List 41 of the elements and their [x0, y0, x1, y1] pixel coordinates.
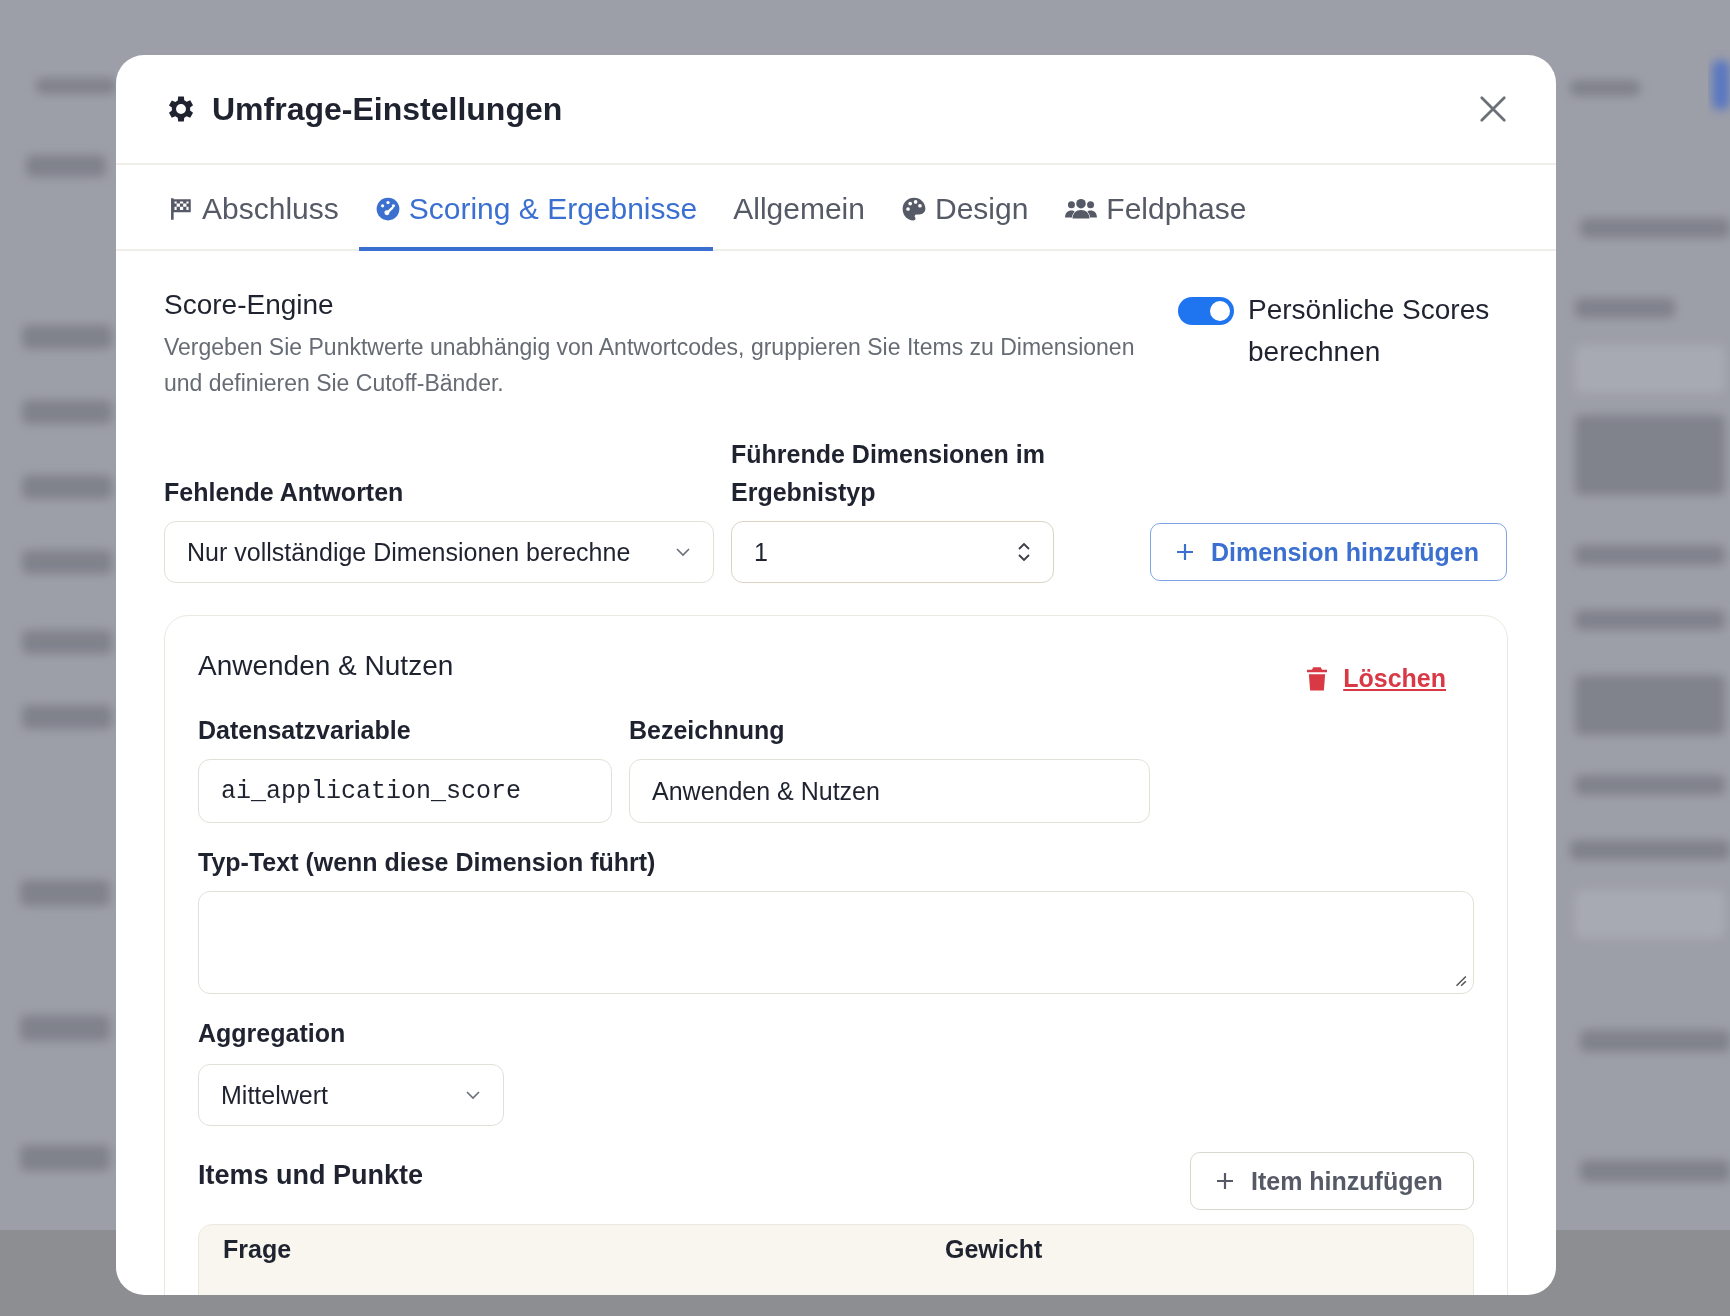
- column-header: Frage: [223, 1235, 293, 1264]
- field-label: Typ-Text (wenn diese Dimension führt): [198, 847, 657, 878]
- select-field[interactable]: Mittelwert: [198, 1064, 504, 1126]
- select-field[interactable]: Nur vollständige Dimensionen berechne: [164, 521, 714, 583]
- tab[interactable]: Feldphase: [1048, 165, 1263, 251]
- users-icon: [1064, 196, 1099, 222]
- section-title: Score-Engine: [164, 289, 335, 321]
- stepper-icon[interactable]: [1017, 540, 1031, 564]
- add-item-button[interactable]: Item hinzufügen: [1190, 1152, 1474, 1210]
- tab[interactable]: Allgemein: [717, 165, 881, 251]
- delete-link[interactable]: Löschen: [1343, 664, 1446, 693]
- toggle-label: Persönliche Scores berechnen: [1248, 293, 1491, 369]
- field-label: Bezeichnung: [629, 715, 786, 746]
- toggle-switch[interactable]: [1178, 297, 1234, 325]
- field-label: Aggregation: [198, 1018, 347, 1049]
- number-field[interactable]: 1: [731, 521, 1054, 583]
- trash-icon[interactable]: [1307, 666, 1328, 691]
- add-dimension-button[interactable]: Dimension hinzufügen: [1150, 523, 1507, 581]
- dimension-title: Anwenden & Nutzen: [198, 650, 454, 682]
- resize-handle-icon[interactable]: [1453, 973, 1467, 987]
- dialog-title: Umfrage-Einstellungen: [212, 90, 563, 128]
- chevron-icon: [675, 547, 691, 557]
- items-title: Items und Punkte: [198, 1160, 424, 1191]
- plus-icon: [1175, 542, 1195, 562]
- plus-icon: [1215, 1171, 1235, 1191]
- field-label: Fehlende Antworten: [164, 477, 405, 508]
- field-label: Führende Dimensionen im Ergebnistyp: [731, 439, 1046, 508]
- tab[interactable]: Scoring & Ergebnisse: [358, 165, 714, 251]
- input-field[interactable]: ai_application_score: [198, 759, 612, 823]
- flag-icon: [168, 196, 194, 222]
- gauge-icon: [374, 196, 401, 222]
- blurred-bar: [1570, 80, 1640, 96]
- section-description: Vergeben Sie Punktwerte unabhängig von Antwortcodes, gruppieren Sie Items zu Dimensionen und definieren Sie Cutoff-Bänder.: [164, 333, 1136, 398]
- tab[interactable]: Abschluss: [152, 165, 355, 251]
- field-label: Datensatzvariable: [198, 715, 412, 746]
- column-header: Gewicht: [945, 1235, 1043, 1264]
- chevron-icon: [465, 1090, 481, 1100]
- tab[interactable]: Design: [884, 165, 1045, 251]
- palette-icon: [900, 196, 927, 222]
- close-icon[interactable]: [1478, 94, 1508, 124]
- input-field[interactable]: Anwenden & Nutzen: [629, 759, 1150, 823]
